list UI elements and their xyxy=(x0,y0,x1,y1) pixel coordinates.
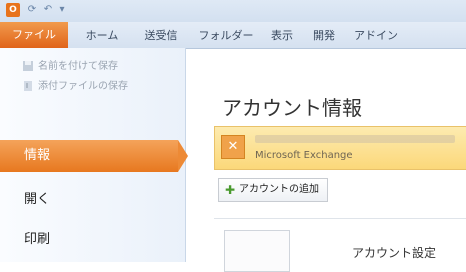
quick-access-toolbar: O ⟳ ↶ ▾ xyxy=(0,0,466,22)
page-title: アカウント情報 xyxy=(222,96,362,120)
nav-item-info-label: 情報 xyxy=(24,148,51,163)
plus-icon: ✚ xyxy=(225,183,236,197)
add-account-button[interactable]: ✚ アカウントの追加 xyxy=(218,178,328,202)
nav-item-print[interactable]: 印刷 xyxy=(0,224,185,256)
account-settings-label: アカウント設定 xyxy=(352,246,437,260)
exchange-icon: ✕ xyxy=(221,135,245,159)
account-settings-button[interactable] xyxy=(224,230,290,272)
send-receive-icon[interactable]: ⟳ xyxy=(26,4,38,16)
nav-item-info[interactable]: 情報 xyxy=(0,140,188,172)
nav-item-print-label: 印刷 xyxy=(24,232,51,247)
tab-send-receive[interactable]: 送受信 xyxy=(138,26,184,46)
save-as-label: 名前を付けて保存 xyxy=(38,61,118,72)
outlook-app-icon[interactable]: O xyxy=(6,3,20,17)
undo-icon[interactable]: ↶ xyxy=(42,4,54,16)
add-account-label: アカウントの追加 xyxy=(239,184,319,195)
tab-addins[interactable]: アドイン xyxy=(352,26,400,46)
nav-item-open-label: 開く xyxy=(24,192,51,207)
divider xyxy=(214,218,466,219)
tab-view[interactable]: 表示 xyxy=(266,26,298,46)
account-email-blurred xyxy=(255,135,455,143)
tab-folder[interactable]: フォルダー xyxy=(198,26,254,46)
attachment-icon xyxy=(22,80,34,92)
tab-developer[interactable]: 開発 xyxy=(308,26,340,46)
save-attachments-command[interactable]: 添付ファイルの保存 xyxy=(22,78,128,96)
save-as-icon xyxy=(22,60,34,72)
tab-file[interactable]: ファイル xyxy=(0,22,68,48)
save-as-command[interactable]: 名前を付けて保存 xyxy=(22,58,118,76)
tab-home[interactable]: ホーム xyxy=(82,26,122,46)
backstage-nav: 名前を付けて保存 添付ファイルの保存 情報 開く 印刷 xyxy=(0,48,188,262)
nav-item-open[interactable]: 開く xyxy=(0,184,185,216)
account-type: Microsoft Exchange xyxy=(255,150,353,161)
save-attachments-label: 添付ファイルの保存 xyxy=(38,81,128,92)
account-selector[interactable]: ✕ Microsoft Exchange xyxy=(214,126,466,170)
customize-qat-icon[interactable]: ▾ xyxy=(56,4,68,16)
account-info-panel: アカウント情報 ✕ Microsoft Exchange ✚ アカウントの追加 … xyxy=(186,48,466,272)
ribbon-tabs: ファイル ホーム 送受信 フォルダー 表示 開発 アドイン xyxy=(0,22,466,49)
